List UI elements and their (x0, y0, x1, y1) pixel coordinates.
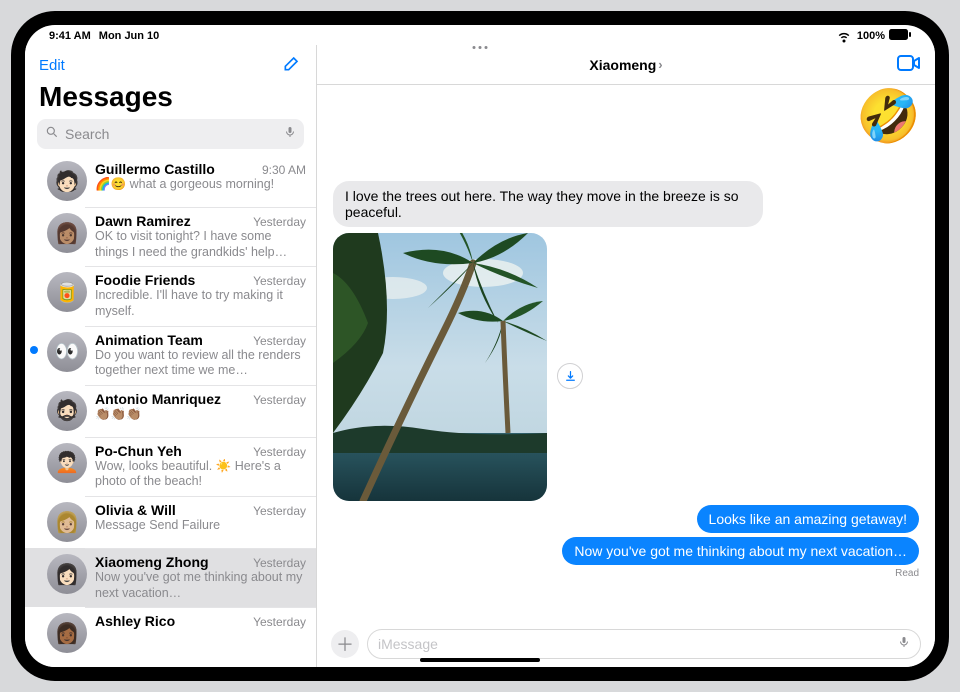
battery-icon (889, 29, 911, 43)
conversation-preview: Wow, looks beautiful. ☀️ Here's a photo … (95, 459, 306, 490)
conversation-preview: 🌈😊 what a gorgeous morning! (95, 177, 306, 193)
detail-header: Xiaomeng › (317, 45, 935, 85)
conversation-row[interactable]: 🧔🏻 Antonio Manriquez Yesterday👏🏽👏🏽👏🏽 (25, 385, 316, 437)
read-receipt: Read (895, 568, 919, 579)
messages-app: Edit Messages Search 🧑🏻Guillermo Castill (25, 45, 935, 667)
conversation-name: Xiaomeng Zhong (95, 554, 209, 570)
conversation-name: Ashley Rico (95, 613, 175, 629)
dictation-icon[interactable] (898, 634, 910, 655)
chevron-right-icon: › (658, 57, 662, 72)
avatar: 🧑🏻‍🦱 (47, 443, 87, 483)
screen: 9:41 AM Mon Jun 10 100% Edit (25, 25, 935, 667)
avatar: 👩🏻 (47, 554, 87, 594)
composer: ＋ iMessage (317, 625, 935, 667)
conversation-sidebar: Edit Messages Search 🧑🏻Guillermo Castill (25, 45, 317, 667)
conversation-time: Yesterday (253, 556, 306, 570)
conversation-name: Dawn Ramirez (95, 213, 191, 229)
conversation-name: Antonio Manriquez (95, 391, 221, 407)
conversation-time: 9:30 AM (262, 163, 306, 177)
conversation-list: 🧑🏻 Guillermo Castillo 9:30 AM🌈😊 what a gor… (25, 155, 316, 667)
conversation-time: Yesterday (253, 615, 306, 629)
conversation-time: Yesterday (253, 215, 306, 229)
search-icon (45, 125, 59, 144)
conversation-name: Olivia & Will (95, 502, 176, 518)
conversation-time: Yesterday (253, 334, 306, 348)
conversation-preview: Message Send Failure (95, 518, 306, 534)
battery-percent: 100% (857, 30, 885, 42)
search-input[interactable]: Search (37, 119, 304, 149)
conversation-row[interactable]: 👩🏾 Ashley Rico Yesterday (25, 607, 316, 659)
wifi-icon (835, 26, 853, 47)
status-date: Mon Jun 10 (99, 30, 160, 42)
avatar: 👩🏼 (47, 502, 87, 542)
conversation-row[interactable]: 🧑🏻 Guillermo Castillo 9:30 AM🌈😊 what a gor… (25, 155, 316, 207)
edit-button[interactable]: Edit (39, 57, 65, 74)
conversation-row[interactable]: 👀 Animation Team YesterdayDo you want to r… (25, 326, 316, 385)
conversation-name: Po-Chun Yeh (95, 443, 182, 459)
compose-button[interactable] (282, 53, 302, 78)
conversation-detail: Xiaomeng › 🤣 I love the trees out here. … (317, 45, 935, 667)
conversation-row[interactable]: 👩🏼 Olivia & Will YesterdayMessage Send Fai… (25, 496, 316, 548)
ipad-frame: 9:41 AM Mon Jun 10 100% Edit (11, 11, 949, 681)
save-image-button[interactable] (557, 363, 583, 389)
conversation-name: Guillermo Castillo (95, 161, 215, 177)
avatar: 👩🏽 (47, 213, 87, 253)
message-input[interactable]: iMessage (367, 629, 921, 659)
apps-button[interactable]: ＋ (331, 630, 359, 658)
conversation-row[interactable]: 🥫 Foodie Friends YesterdayIncredible. I'll… (25, 266, 316, 325)
message-placeholder: iMessage (378, 636, 438, 652)
conversation-preview: Now you've got me thinking about my next… (95, 570, 306, 601)
avatar: 👩🏾 (47, 613, 87, 653)
avatar: 🧑🏻 (47, 161, 87, 201)
incoming-message[interactable]: I love the trees out here. The way they … (333, 181, 763, 227)
conversation-row[interactable]: 👩🏽 Dawn Ramirez YesterdayOK to visit tonig… (25, 207, 316, 266)
conversation-time: Yesterday (253, 393, 306, 407)
conversation-name: Animation Team (95, 332, 203, 348)
conversation-time: Yesterday (253, 504, 306, 518)
conversation-row[interactable]: 👩🏻 Xiaomeng Zhong YesterdayNow you've got … (25, 548, 316, 607)
conversation-preview: Do you want to review all the renders to… (95, 348, 306, 379)
search-placeholder: Search (65, 126, 278, 142)
conversation-name: Foodie Friends (95, 272, 195, 288)
avatar: 👀 (47, 332, 87, 372)
contact-name-button[interactable]: Xiaomeng › (589, 57, 662, 73)
outgoing-message[interactable]: Now you've got me thinking about my next… (562, 537, 919, 565)
conversation-time: Yesterday (253, 274, 306, 288)
dictation-icon[interactable] (284, 125, 296, 144)
avatar: 🥫 (47, 272, 87, 312)
avatar: 🧔🏻 (47, 391, 87, 431)
conversation-preview: 👏🏽👏🏽👏🏽 (95, 407, 306, 423)
outgoing-message[interactable]: Looks like an amazing getaway! (697, 505, 919, 533)
tapback-emoji[interactable]: 🤣 (856, 91, 921, 143)
message-thread[interactable]: 🤣 I love the trees out here. The way the… (317, 85, 935, 625)
home-indicator[interactable] (420, 658, 540, 662)
facetime-button[interactable] (897, 54, 921, 77)
status-time: 9:41 AM (49, 30, 91, 42)
conversation-preview: OK to visit tonight? I have some things … (95, 229, 306, 260)
contact-name: Xiaomeng (589, 57, 656, 73)
incoming-photo[interactable] (333, 233, 547, 501)
conversation-time: Yesterday (253, 445, 306, 459)
conversation-row[interactable]: 🧑🏻‍🦱 Po-Chun Yeh YesterdayWow, looks beaut… (25, 437, 316, 496)
status-bar: 9:41 AM Mon Jun 10 100% (25, 25, 935, 45)
conversation-preview: Incredible. I'll have to try making it m… (95, 288, 306, 319)
sidebar-title: Messages (25, 79, 316, 119)
unread-dot (30, 346, 38, 354)
